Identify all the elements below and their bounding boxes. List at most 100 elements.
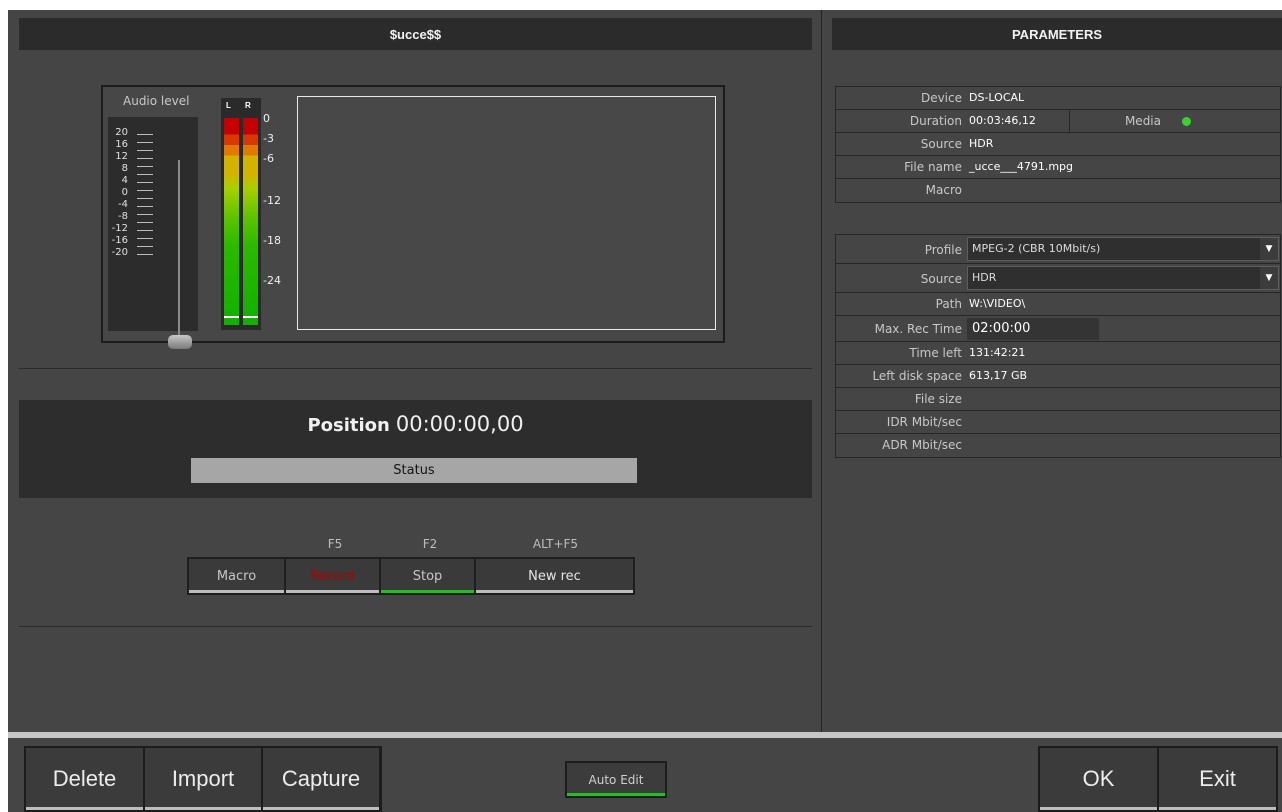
- path-label: Path: [935, 297, 962, 311]
- file-size-row: File size: [836, 388, 1280, 411]
- fader-scale-tick: [137, 134, 153, 135]
- source-setting-row: Source HDR ▼: [836, 264, 1280, 293]
- meter-db-label: 0: [263, 112, 270, 125]
- stop-shortcut: F2: [422, 537, 438, 551]
- position-label: Position: [307, 415, 390, 436]
- fader-scale-tick: [137, 142, 153, 143]
- meter-right-label: R: [245, 101, 251, 110]
- video-preview: [297, 96, 716, 330]
- audio-level-label: Audio level: [123, 94, 190, 108]
- source-dropdown[interactable]: HDR ▼: [967, 266, 1279, 290]
- divider: [19, 368, 812, 369]
- capture-button[interactable]: Capture: [263, 748, 379, 810]
- fader-scale-tick: [137, 222, 153, 223]
- recorder-title-bar: $ucce$$: [19, 18, 812, 50]
- file-size-label: File size: [914, 392, 962, 406]
- fader-scale-label: -8: [118, 211, 128, 222]
- fader-scale-tick: [137, 158, 153, 159]
- meter-db-label: -24: [263, 274, 281, 287]
- fader-scale-label: 20: [115, 127, 128, 138]
- new-rec-button-label: New rec: [528, 568, 581, 584]
- fader-scale-tick: [137, 214, 153, 215]
- device-row: Device DS-LOCAL: [836, 87, 1280, 110]
- chevron-down-icon[interactable]: ▼: [1260, 267, 1278, 289]
- import-button-label: Import: [171, 766, 235, 791]
- record-button-label: Record: [310, 568, 355, 584]
- stop-button-label: Stop: [412, 568, 443, 584]
- position-readout: Position 00:00:00,00: [19, 412, 812, 437]
- stop-button[interactable]: Stop: [381, 559, 474, 593]
- fader-knob[interactable]: [168, 335, 192, 349]
- max-rec-row: Max. Rec Time 02:00:00: [836, 316, 1280, 342]
- meter-bar-left: [224, 118, 239, 325]
- fader-scale-label: -20: [111, 247, 128, 258]
- source-row: Source HDR: [836, 133, 1280, 156]
- new-rec-shortcut: ALT+F5: [532, 537, 579, 551]
- profile-selected: MPEG-2 (CBR 10Mbit/s): [972, 242, 1101, 255]
- source-value: HDR: [969, 137, 994, 150]
- delete-button-label: Delete: [52, 766, 117, 791]
- time-left-value: 131:42:21: [969, 346, 1026, 359]
- source-label: Source: [920, 137, 962, 151]
- path-row: Path W:\VIDEO\: [836, 293, 1280, 316]
- device-value: DS-LOCAL: [969, 91, 1025, 104]
- time-left-row: Time left 131:42:21: [836, 342, 1280, 365]
- media-status-icon: [1182, 117, 1191, 126]
- left-action-buttons: Delete Import Capture: [24, 746, 382, 812]
- position-panel: Position 00:00:00,00 Status: [19, 400, 812, 498]
- recorder-title: $ucce$$: [389, 26, 442, 42]
- macro-button[interactable]: Macro: [189, 559, 284, 593]
- profile-row: Profile MPEG-2 (CBR 10Mbit/s) ▼: [836, 235, 1280, 264]
- fader-scale-tick: [137, 246, 153, 247]
- auto-edit-label: Auto Edit: [588, 772, 644, 787]
- meter-db-label: -3: [263, 132, 274, 145]
- delete-button[interactable]: Delete: [26, 748, 143, 810]
- macro-row: Macro: [836, 179, 1280, 202]
- new-rec-button[interactable]: New rec: [476, 559, 633, 593]
- app-window: $ucce$$ PARAMETERS Audio level 20 16 12 …: [8, 10, 1282, 812]
- filename-row: File name _ucce___4791.mpg: [836, 156, 1280, 179]
- bottom-divider: [8, 732, 1282, 738]
- exit-button-label: Exit: [1199, 766, 1236, 791]
- import-button[interactable]: Import: [145, 748, 261, 810]
- fader-scale-tick: [137, 206, 153, 207]
- fader-scale-label: 0: [121, 187, 128, 198]
- position-value: 00:00:00,00: [395, 412, 524, 436]
- fader-scale-label: -12: [111, 223, 128, 234]
- meter-left-label: L: [226, 101, 231, 110]
- fader-track: [178, 160, 180, 340]
- duration-label: Duration: [909, 114, 962, 128]
- audio-fader[interactable]: 20 16 12 8 4 0 -4 -8 -12 -16 -20: [108, 117, 198, 349]
- fader-scale-label: 16: [115, 139, 128, 150]
- time-left-label: Time left: [909, 346, 962, 360]
- disk-space-label: Left disk space: [872, 369, 962, 383]
- max-rec-input[interactable]: 02:00:00: [967, 318, 1099, 340]
- meter-bar-right: [243, 118, 258, 325]
- fader-scale-tick: [137, 230, 153, 231]
- meter-db-label: -6: [263, 152, 274, 165]
- level-meter: L R: [221, 98, 261, 330]
- filename-value: _ucce___4791.mpg: [969, 160, 1074, 173]
- ok-button[interactable]: OK: [1040, 748, 1157, 810]
- max-rec-label: Max. Rec Time: [874, 322, 962, 336]
- fader-scale-label: -16: [111, 235, 128, 246]
- fader-scale-tick: [137, 238, 153, 239]
- meter-db-label: -18: [263, 234, 281, 247]
- fader-scale-tick: [137, 150, 153, 151]
- fader-scale-label: 8: [121, 163, 128, 174]
- fader-scale-tick: [137, 182, 153, 183]
- record-button[interactable]: Record: [286, 559, 379, 593]
- fader-scale-tick: [137, 190, 153, 191]
- auto-edit-toggle[interactable]: Auto Edit: [565, 761, 667, 798]
- chevron-down-icon[interactable]: ▼: [1260, 238, 1278, 260]
- meter-db-label: -12: [263, 194, 281, 207]
- fader-scale-label: 12: [115, 151, 128, 162]
- macro-button-label: Macro: [216, 568, 257, 584]
- profile-dropdown[interactable]: MPEG-2 (CBR 10Mbit/s) ▼: [967, 237, 1279, 261]
- audio-preview-panel: Audio level 20 16 12 8 4 0 -4 -8 -12 -16…: [101, 85, 725, 349]
- exit-button[interactable]: Exit: [1159, 748, 1276, 810]
- fader-scale-tick: [137, 174, 153, 175]
- macro-label: Macro: [925, 183, 962, 197]
- status-bar: Status: [191, 458, 637, 483]
- duration-row: Duration 00:03:46,12 Media: [836, 110, 1280, 133]
